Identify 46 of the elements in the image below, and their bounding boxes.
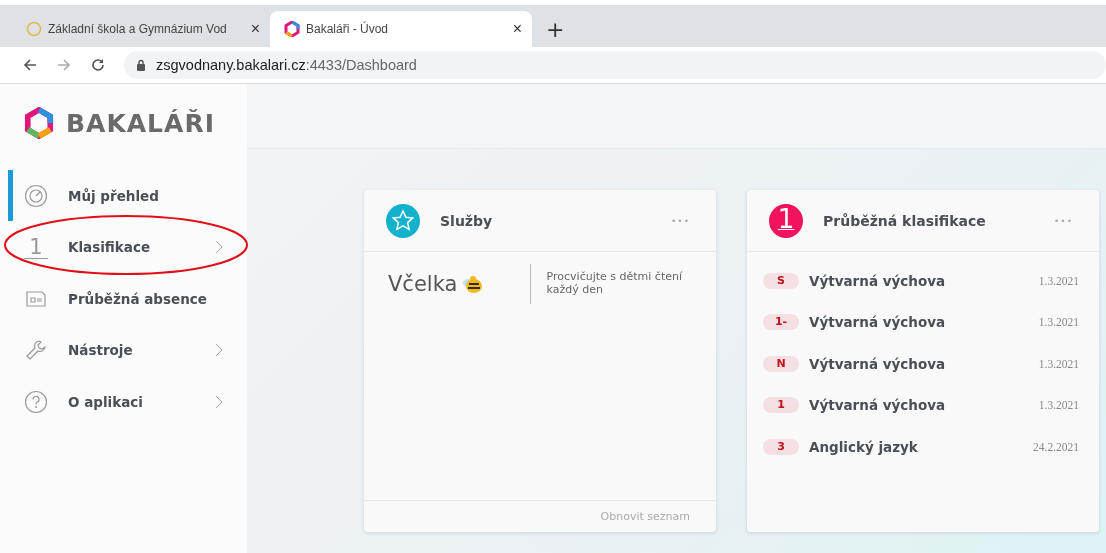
- hexagon-logo-icon: [284, 21, 300, 37]
- sidebar-item[interactable]: 1 Klasifikace: [0, 221, 247, 273]
- sidebar-item[interactable]: Průběžná absence: [0, 273, 247, 325]
- reload-icon[interactable]: [90, 57, 106, 73]
- grade-row[interactable]: S Výtvarná výchova 1.3.2021: [747, 260, 1099, 302]
- grade-badge: S: [763, 272, 799, 289]
- grade-row[interactable]: 1 Výtvarná výchova 1.3.2021: [747, 384, 1099, 426]
- subject-name: Výtvarná výchova: [809, 355, 947, 372]
- subject-name: Anglický jazyk: [809, 438, 919, 455]
- grade-badge: N: [763, 355, 799, 372]
- grade-date: 1.3.2021: [1038, 274, 1079, 287]
- grade-date: 1.3.2021: [1038, 316, 1079, 329]
- browser-tab[interactable]: Bakaláři - Úvod ×: [270, 11, 532, 47]
- tab-title: Bakaláři - Úvod: [306, 22, 390, 36]
- sidebar-item[interactable]: Nástroje: [0, 324, 247, 376]
- subject-name: Výtvarná výchova: [809, 397, 947, 414]
- browser-tab[interactable]: Základní škola a Gymnázium Vod ×: [8, 11, 270, 47]
- grade-icon: 1: [769, 203, 803, 238]
- subject-name: Výtvarná výchova: [809, 272, 947, 289]
- address-bar[interactable]: zsgvodnany.bakalari.cz:4433/Dashboard: [124, 51, 1106, 79]
- grade-row[interactable]: N Výtvarná výchova 1.3.2021: [747, 343, 1099, 385]
- service-item[interactable]: Včelka Procvičujte s dětmi čtení každý den: [388, 264, 692, 304]
- grade-row[interactable]: 3 Anglický jazyk 24.2.2021: [747, 426, 1099, 468]
- grade-date: 1.3.2021: [1038, 357, 1079, 370]
- brand-name: BAKALÁŘI: [66, 108, 215, 138]
- gauge-icon: [24, 183, 48, 208]
- grade-badge: 1: [763, 397, 799, 414]
- back-icon[interactable]: [22, 57, 38, 73]
- tab-title: Základní škola a Gymnázium Vod: [48, 22, 228, 36]
- hexagon-logo-icon: [24, 107, 54, 139]
- ring-icon: [26, 21, 42, 37]
- grade-date: 24.2.2021: [1033, 440, 1079, 453]
- grade-badge: 3: [763, 438, 799, 455]
- grade-row[interactable]: 1- Výtvarná výchova 1.3.2021: [747, 301, 1099, 343]
- grade-date: 1.3.2021: [1038, 399, 1079, 412]
- close-icon[interactable]: ×: [250, 20, 260, 38]
- new-tab-button[interactable]: +: [546, 17, 565, 42]
- sidebar-item[interactable]: Můj přehled: [0, 170, 247, 222]
- close-icon[interactable]: ×: [512, 20, 522, 38]
- subject-name: Výtvarná výchova: [809, 314, 947, 331]
- grade-badge: 1-: [763, 314, 799, 331]
- card-title: Služby: [440, 212, 494, 229]
- card-title: Průběžná klasifikace: [823, 212, 987, 229]
- lock-icon: [136, 59, 146, 71]
- sidebar-item[interactable]: O aplikaci: [0, 376, 247, 428]
- help-icon: [24, 389, 48, 414]
